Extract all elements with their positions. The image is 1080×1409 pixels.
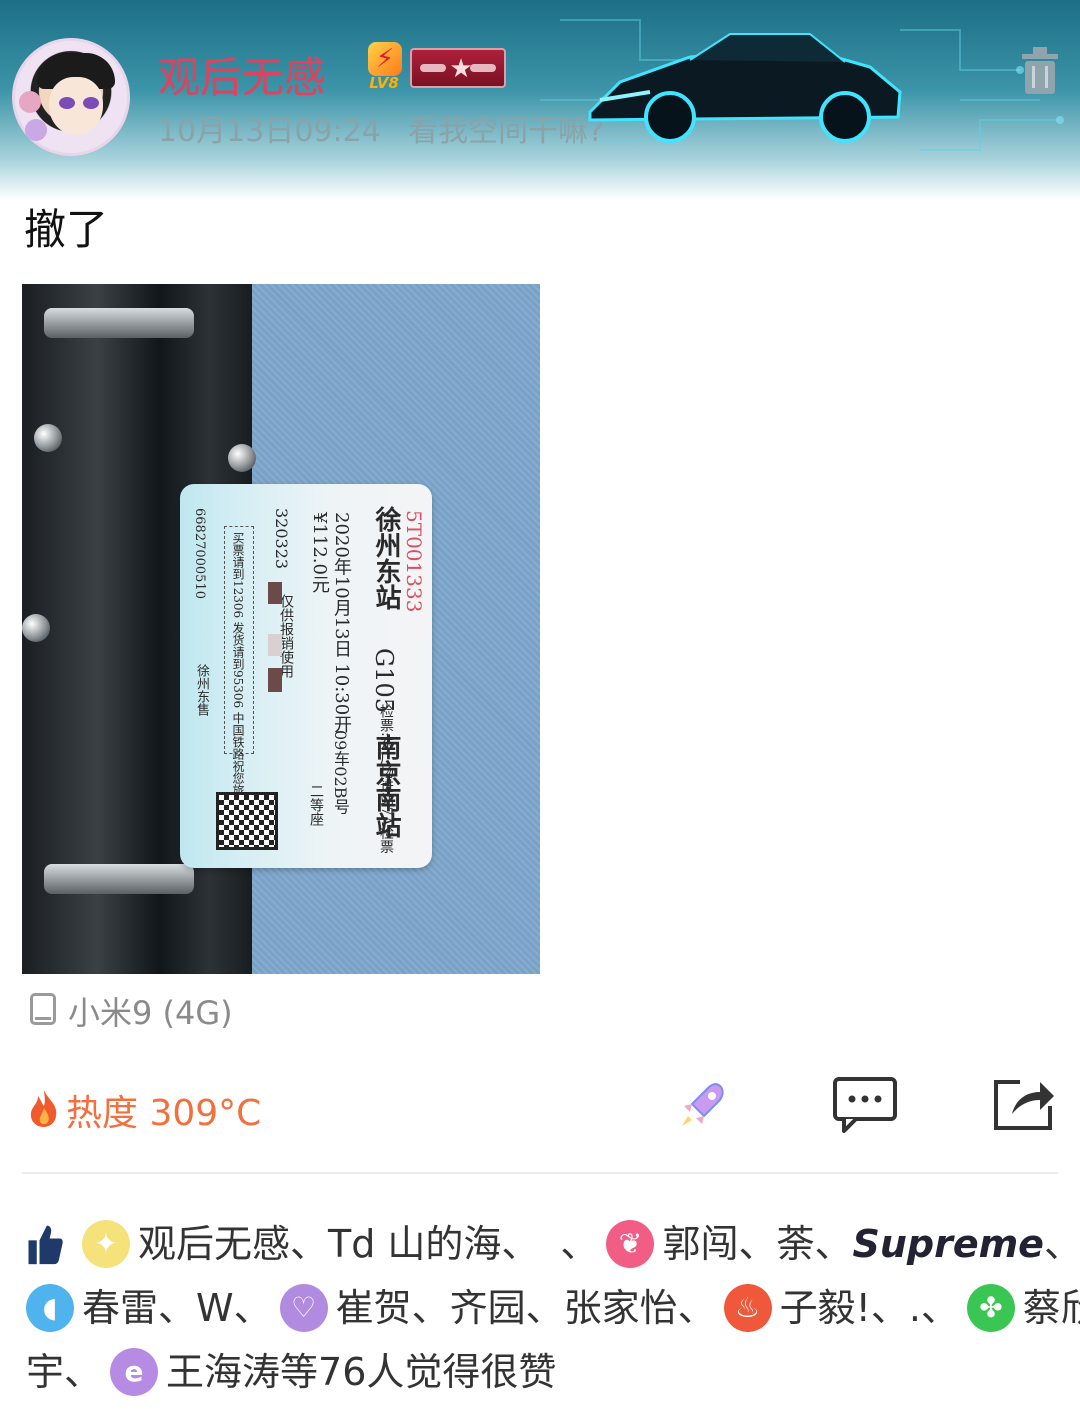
user-badge-rocket-icon: ✦: [82, 1219, 130, 1268]
rivet: [34, 424, 62, 452]
rank-badge[interactable]: ★: [410, 48, 506, 88]
fire-icon: [30, 1090, 57, 1127]
ticket-note: 买票请到12306 发货请到95306 中国铁路祝您旅途愉快: [231, 532, 245, 832]
ticket-id: 320323: [272, 508, 291, 570]
liker-names[interactable]: 蔡欣: [1023, 1286, 1080, 1330]
liker-names[interactable]: 郭闯、荼、: [662, 1222, 852, 1266]
post-header: 观后无感 ⚡ LV8 ★ 10月13日09:24 看我空间干嘛?: [0, 0, 1080, 200]
ticket-train: G105: [370, 648, 398, 713]
visit-prompt: 看我空间干嘛?: [408, 114, 604, 149]
rivet: [228, 444, 256, 472]
avatar-eye: [83, 97, 99, 109]
device-label: 小米9 (4G): [68, 994, 233, 1032]
post-timestamp: 10月13日09:24: [158, 114, 381, 149]
rocket-icon[interactable]: [676, 1076, 732, 1132]
avatar-eye: [59, 97, 75, 109]
ticket-seat: 09车02B号: [331, 730, 350, 815]
suitcase-rail: [44, 308, 194, 338]
level-label: LV8: [369, 74, 399, 92]
user-badge-heart-icon: ♡: [279, 1283, 328, 1332]
ticket-station: 徐州东售: [194, 664, 209, 716]
avatar[interactable]: [12, 38, 130, 156]
liker-names[interactable]: 春雷、W、: [82, 1286, 272, 1330]
delete-icon[interactable]: [1018, 44, 1062, 96]
post-photo[interactable]: 5T001333 检票:东广场进站7A检票 徐州东站 G105 南京南站 202…: [22, 284, 540, 974]
privacy-mask: [268, 634, 282, 656]
user-badge-e-icon: e: [110, 1347, 159, 1396]
car-decoration-icon: [588, 33, 902, 143]
user-badge-wing-icon: ❦: [606, 1219, 655, 1268]
likes-summary[interactable]: 王海涛等76人觉得很赞: [166, 1350, 556, 1394]
comment-icon[interactable]: [832, 1076, 898, 1134]
ticket-to: 南京南站: [371, 734, 401, 838]
thumb-up-icon: [28, 1225, 63, 1264]
ticket-serial: 5T001333: [402, 510, 426, 613]
liker-names[interactable]: 子毅!、.、: [780, 1286, 959, 1330]
heat-label: 热度 309°C: [66, 1093, 262, 1134]
post-text: 撤了: [24, 205, 109, 254]
liker-names[interactable]: 、: [560, 1222, 598, 1266]
wing-icon: [470, 64, 496, 72]
username[interactable]: 观后无感: [158, 44, 326, 105]
suitcase-rail: [44, 864, 194, 894]
likes-row: ✦ 观后无感、Td 山的海、、 ❦ 郭闯、荼、Supreme、: [26, 1212, 1080, 1276]
avatar-flower: [19, 91, 41, 113]
wing-icon: [420, 64, 446, 72]
likes-row: 宇、 e 王海涛等76人觉得很赞: [26, 1340, 1066, 1404]
ticket-code: 66827000510: [192, 508, 207, 599]
ticket-price: ¥112.0元: [309, 512, 330, 593]
level-badge[interactable]: ⚡ LV8: [362, 42, 406, 92]
divider: [22, 1172, 1058, 1174]
liker-names[interactable]: 崔贺、齐园、张家怡、: [336, 1286, 716, 1330]
liker-name-supreme[interactable]: Supreme: [852, 1222, 1044, 1266]
phone-icon: [30, 993, 56, 1025]
user-badge-clover-icon: ✤: [966, 1283, 1015, 1332]
user-badge-drop-icon: ◖: [26, 1283, 74, 1332]
share-icon[interactable]: [990, 1076, 1056, 1132]
privacy-mask: [268, 582, 282, 604]
ticket-class: 二等座: [308, 784, 324, 826]
ticket-from: 徐州东站: [371, 506, 401, 610]
likes-list: ✦ 观后无感、Td 山的海、、 ❦ 郭闯、荼、Supreme、 ◖ 春雷、W、 ♡ 崔贺、齐…: [26, 1212, 1080, 1404]
likes-row: ◖ 春雷、W、 ♡ 崔贺、齐园、张家怡、 ♨ 子毅!、.、 ✤ 蔡欣: [26, 1276, 1080, 1340]
liker-names[interactable]: 观后无感、Td 山的海、: [138, 1222, 520, 1266]
train-ticket: 5T001333 检票:东广场进站7A检票 徐州东站 G105 南京南站 202…: [180, 484, 432, 868]
lightning-icon: ⚡: [368, 42, 402, 76]
liker-names[interactable]: 宇、: [26, 1350, 102, 1394]
qr-code: [216, 792, 278, 850]
user-badge-fire-icon: ♨: [723, 1283, 772, 1332]
rivet: [22, 614, 50, 642]
liker-names: 、: [1043, 1222, 1080, 1266]
avatar-flower: [25, 119, 47, 141]
privacy-mask: [268, 668, 282, 692]
